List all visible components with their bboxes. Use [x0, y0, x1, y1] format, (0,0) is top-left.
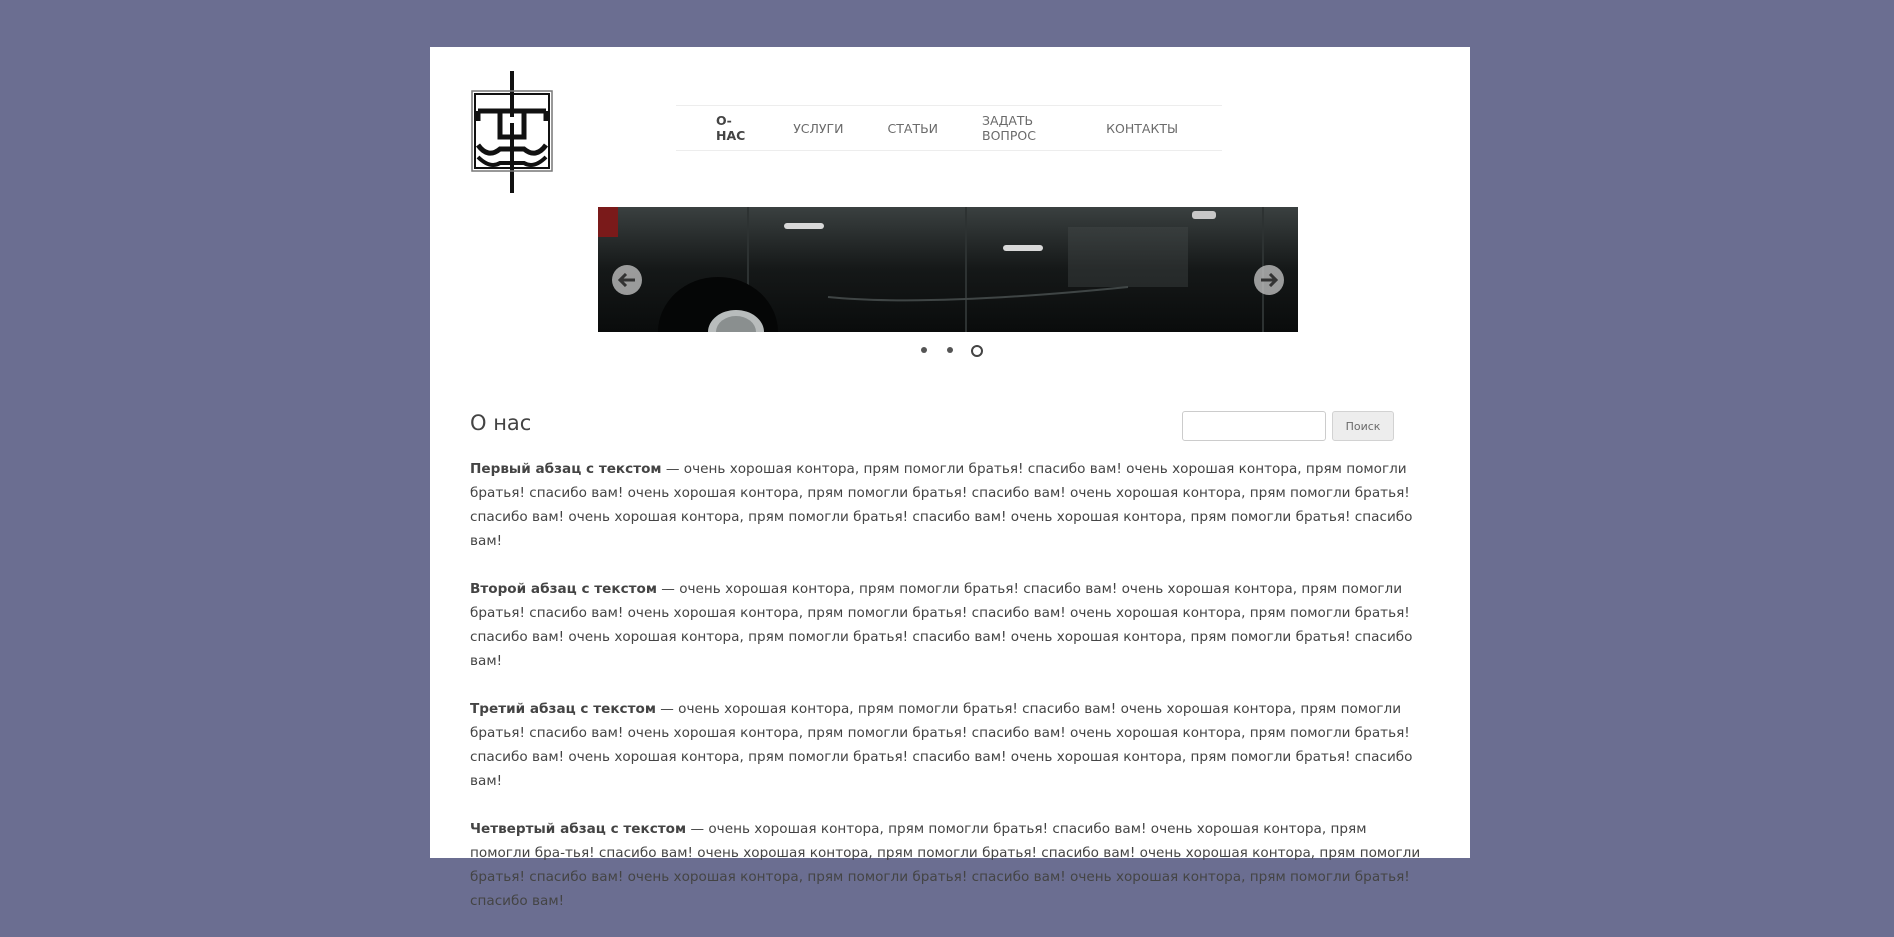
- slider-pagination: [916, 345, 996, 359]
- image-slider[interactable]: [598, 207, 1298, 332]
- page-container: О-НАС УСЛУГИ СТАТЬИ ЗАДАТЬ ВОПРОС КОНТАК…: [430, 47, 1470, 909]
- arrow-right-icon: [1261, 273, 1278, 287]
- scales-logo-icon: [471, 71, 553, 193]
- nav-item-about[interactable]: О-НАС: [716, 113, 749, 143]
- paragraph-2: Второй абзац с текстом — очень хорошая к…: [470, 577, 1430, 673]
- site-logo[interactable]: [470, 71, 554, 193]
- nav-item-ask-question[interactable]: ЗАДАТЬ ВОПРОС: [982, 113, 1062, 143]
- arrow-left-icon: [618, 273, 635, 287]
- slider-dot-2[interactable]: [947, 347, 953, 353]
- main-navigation: О-НАС УСЛУГИ СТАТЬИ ЗАДАТЬ ВОПРОС КОНТАК…: [676, 105, 1222, 151]
- car-photo: [598, 207, 1298, 332]
- nav-item-services[interactable]: УСЛУГИ: [793, 121, 843, 136]
- paragraph-1: Первый абзац с текстом — очень хорошая к…: [470, 457, 1430, 553]
- nav-item-articles[interactable]: СТАТЬИ: [888, 121, 938, 136]
- slider-prev-button[interactable]: [612, 265, 642, 295]
- article-content: Первый абзац с текстом — очень хорошая к…: [470, 457, 1430, 937]
- paragraph-lead: Четвертый абзац с текстом: [470, 821, 687, 837]
- paragraph-3: Третий абзац с текстом — очень хорошая к…: [470, 697, 1430, 793]
- nav-item-contacts[interactable]: КОНТАКТЫ: [1106, 121, 1178, 136]
- paragraph-4: Четвертый абзац с текстом — очень хороша…: [470, 817, 1430, 913]
- paragraph-lead: Третий абзац с текстом: [470, 701, 656, 717]
- search-button[interactable]: Поиск: [1332, 411, 1394, 441]
- slider-next-button[interactable]: [1254, 265, 1284, 295]
- slider-dot-1[interactable]: [921, 347, 927, 353]
- paragraph-lead: Первый абзац с текстом: [470, 461, 662, 477]
- slider-dot-3[interactable]: [971, 345, 983, 357]
- page-title: О нас: [470, 411, 532, 435]
- search-input[interactable]: [1182, 411, 1326, 441]
- paragraph-lead: Второй абзац с текстом: [470, 581, 657, 597]
